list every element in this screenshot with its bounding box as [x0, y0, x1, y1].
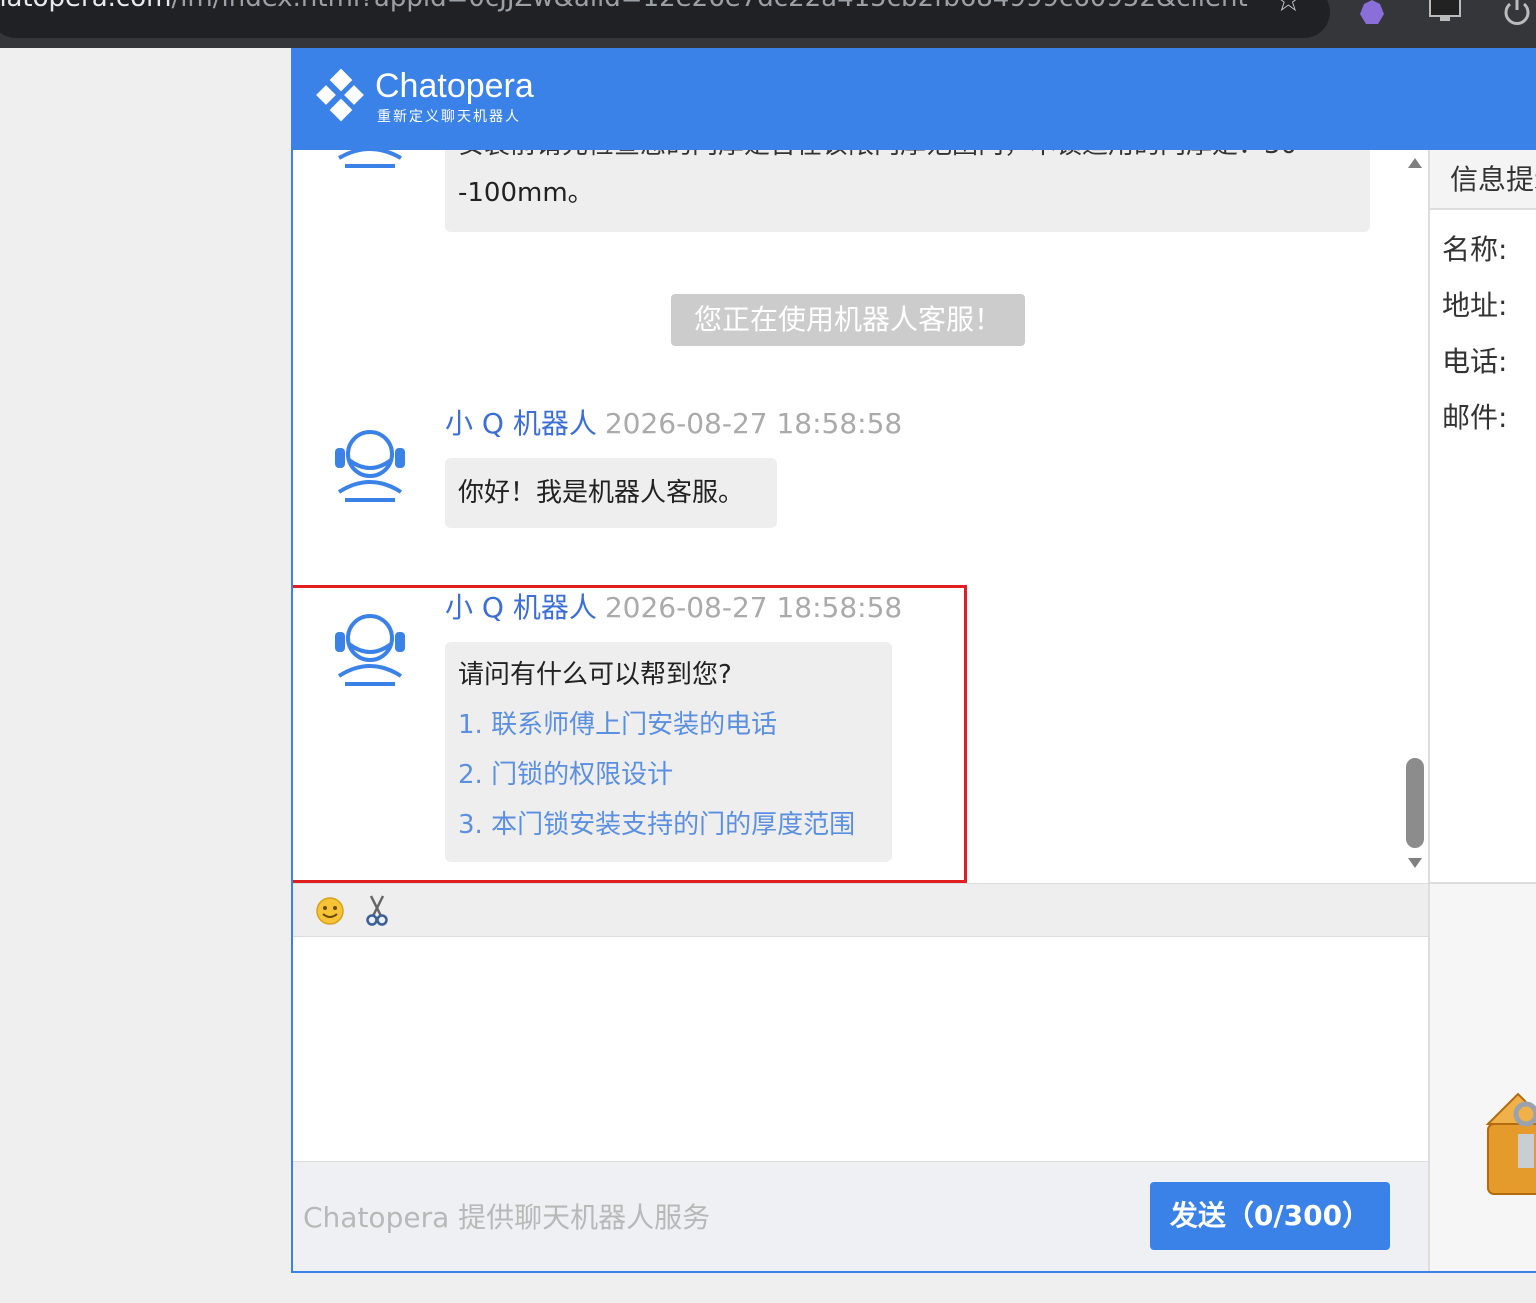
system-notice: 您正在使用机器人客服！ — [671, 294, 1025, 346]
brand-name: Chatopera — [375, 67, 534, 105]
message-text: 请问有什么可以帮到您? — [458, 660, 732, 690]
powered-by-text: Chatopera 提供聊天机器人服务 — [303, 1201, 711, 1234]
info-field-email: 邮件: — [1442, 401, 1508, 434]
message-input[interactable] — [293, 937, 1428, 1161]
sender-name: 小 Q 机器人 — [445, 407, 597, 440]
message-scrollbar[interactable] — [1403, 158, 1427, 878]
monitor-icon[interactable] — [1428, 0, 1462, 22]
info-field-phone: 电话: — [1442, 345, 1508, 378]
input-toolbar — [293, 883, 1428, 937]
message-time: 2026-08-27 18:58:58 — [604, 591, 903, 624]
robot-avatar-icon — [335, 614, 405, 686]
menu-option-permission-design[interactable]: 2. 门锁的权限设计 — [458, 750, 879, 800]
chatopera-logo-icon — [316, 68, 364, 122]
message-bubble-menu: 请问有什么可以帮到您? 1. 联系师傅上门安装的电话 2. 门锁的权限设计 3.… — [445, 642, 892, 862]
url-text[interactable]: hatopera.com/im/index.html?appid=0cJJZw&… — [0, 0, 1250, 14]
message-time: 2026-08-27 18:58:58 — [604, 407, 903, 440]
bookmark-star-icon[interactable]: ☆ — [1274, 0, 1303, 16]
scroll-down-arrow-icon[interactable] — [1408, 858, 1422, 868]
chat-header: Chatopera 重新定义聊天机器人 — [293, 48, 1536, 150]
send-button[interactable]: 发送（0/300） — [1150, 1182, 1390, 1250]
info-side-panel: 信息提示 名称: 地址: 电话: 邮件: — [1428, 150, 1536, 1271]
url-host: hatopera.com — [0, 0, 171, 13]
message-meta: 小 Q 机器人 2026-08-27 18:58:58 — [445, 590, 902, 626]
chat-window: Chatopera 重新定义聊天机器人 安装前请先检查您的门厚是否在该限门厚范围… — [291, 48, 1536, 1273]
menu-option-install-phone[interactable]: 1. 联系师傅上门安装的电话 — [458, 700, 879, 750]
chat-footer: Chatopera 提供聊天机器人服务 发送（0/300） — [293, 1161, 1428, 1271]
truncated-text-tail: -100mm。 — [458, 178, 594, 208]
message-text: 你好！我是机器人客服。 — [458, 478, 745, 508]
truncated-text-line: 安装前请先检查您的门厚是否在该限门厚范围内，本锁适用的门厚是：30 — [458, 150, 1357, 168]
message-bubble-greeting: 你好！我是机器人客服。 — [445, 458, 777, 528]
info-panel-illustration-area — [1430, 884, 1536, 1271]
message-list[interactable]: 安装前请先检查您的门厚是否在该限门厚范围内，本锁适用的门厚是：30 -100mm… — [293, 150, 1428, 883]
robot-avatar-icon — [337, 150, 403, 168]
scissors-icon[interactable] — [365, 894, 389, 926]
url-path: /im/index.html?appid=0cJJZw&aiid=12e26e7… — [171, 0, 1250, 13]
menu-option-door-thickness[interactable]: 3. 本门锁安装支持的门的厚度范围 — [458, 800, 879, 850]
brand-tagline: 重新定义聊天机器人 — [377, 109, 521, 125]
scroll-up-arrow-icon[interactable] — [1408, 158, 1422, 168]
info-field-name: 名称: — [1442, 233, 1508, 266]
sender-name: 小 Q 机器人 — [445, 591, 597, 624]
browser-toolbar: hatopera.com/im/index.html?appid=0cJJZw&… — [0, 0, 1536, 48]
robot-avatar-icon — [335, 430, 405, 502]
extension-icon[interactable] — [1358, 0, 1386, 26]
message-meta: 小 Q 机器人 2026-08-27 18:58:58 — [445, 406, 902, 442]
info-panel-title: 信息提示 — [1430, 150, 1536, 210]
power-icon[interactable] — [1500, 0, 1534, 26]
toolbox-icon — [1485, 1092, 1536, 1195]
address-bar[interactable]: hatopera.com/im/index.html?appid=0cJJZw&… — [0, 0, 1330, 38]
info-field-address: 地址: — [1442, 289, 1508, 322]
message-bubble-install-thickness: 安装前请先检查您的门厚是否在该限门厚范围内，本锁适用的门厚是：30 -100mm… — [445, 150, 1370, 232]
smiley-face-icon[interactable] — [315, 896, 345, 926]
scroll-thumb[interactable] — [1406, 758, 1424, 848]
